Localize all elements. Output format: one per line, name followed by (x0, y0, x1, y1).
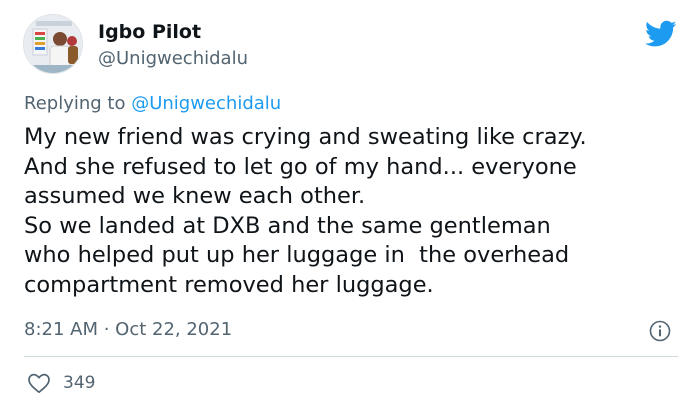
display-name[interactable]: Igbo Pilot (98, 21, 201, 43)
heart-icon[interactable] (27, 372, 51, 394)
tweet-card: Igbo Pilot @Unigwechidalu Replying to @U… (0, 0, 700, 410)
avatar[interactable] (23, 14, 83, 74)
like-count: 349 (63, 373, 96, 393)
reply-prefix: Replying to (24, 93, 132, 114)
tweet-text: My new friend was crying and sweating li… (24, 124, 587, 298)
twitter-bird-icon[interactable] (645, 20, 677, 48)
reply-context: Replying to @Unigwechidalu (24, 93, 281, 114)
avatar-image (24, 15, 82, 73)
divider (24, 356, 678, 357)
reply-mention-link[interactable]: @Unigwechidalu (131, 93, 281, 114)
user-handle[interactable]: @Unigwechidalu (98, 48, 248, 69)
tweet-timestamp[interactable]: 8:21 AM · Oct 22, 2021 (24, 319, 232, 340)
info-icon[interactable] (649, 320, 671, 342)
